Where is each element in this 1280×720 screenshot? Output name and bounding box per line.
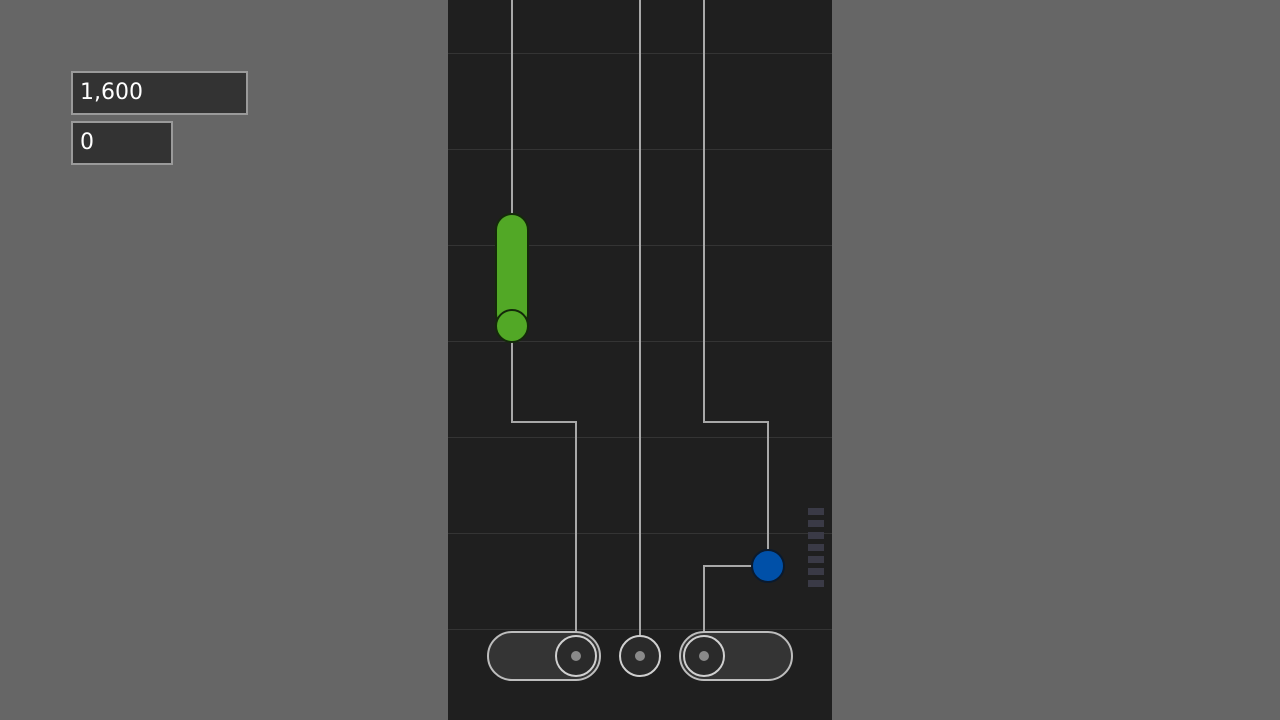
meter-segment xyxy=(808,520,824,527)
track-right-upper xyxy=(703,0,769,550)
lane-tracks xyxy=(511,0,769,656)
playfield-canvas xyxy=(448,0,832,681)
slider-right[interactable] xyxy=(679,631,793,681)
knob-dot xyxy=(635,651,645,661)
slider-left[interactable] xyxy=(487,631,601,681)
tap-note-blue xyxy=(751,549,785,583)
hold-note-green xyxy=(495,213,529,343)
meter-segment xyxy=(808,556,824,563)
meter-segment xyxy=(808,544,824,551)
score-counter: 1,600 xyxy=(71,71,248,115)
meter-segment xyxy=(808,532,824,539)
knob-dot xyxy=(699,651,709,661)
meter-segment xyxy=(808,580,824,587)
meter-segment xyxy=(808,568,824,575)
combo-counter: 0 xyxy=(71,121,173,165)
track-left-lower xyxy=(511,342,577,656)
hold-note-head xyxy=(495,309,529,343)
playfield xyxy=(448,0,832,720)
center-button[interactable] xyxy=(619,635,661,677)
side-meter xyxy=(808,508,824,587)
game-screen: 1,600 0 xyxy=(0,0,1280,720)
meter-segment xyxy=(808,508,824,515)
knob-dot xyxy=(571,651,581,661)
